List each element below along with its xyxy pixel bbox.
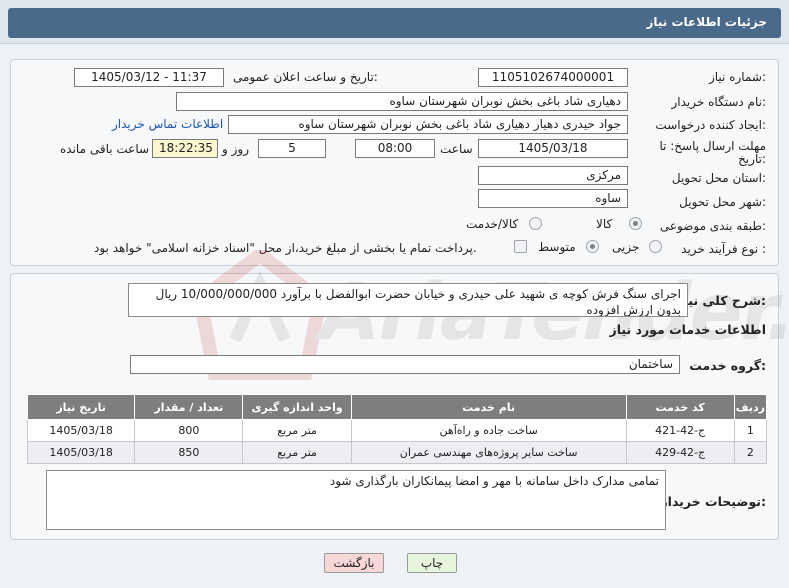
- col-quantity: تعداد / مقدار: [134, 394, 244, 420]
- city-field: ساوه: [478, 189, 628, 208]
- cell-row-number: 2: [733, 441, 768, 464]
- category-goods-radio[interactable]: [629, 217, 642, 230]
- deadline-time-field: 08:00: [355, 139, 435, 158]
- days-remaining-field: 5: [258, 139, 326, 158]
- province-label: استان محل تحویل:: [671, 171, 766, 185]
- cell-service-code: ج-42-421: [625, 419, 735, 442]
- cell-unit: متر مربع: [242, 419, 352, 442]
- services-table: ردیف کد خدمت نام خدمت واحد اندازه گیری ت…: [26, 394, 768, 464]
- process-medium-label: متوسط: [538, 240, 576, 254]
- buyer-org-label: نام دستگاه خریدار:: [671, 95, 767, 109]
- process-label: نوع فرآیند خرید :: [681, 242, 766, 256]
- treasury-payment-checkbox[interactable]: [514, 240, 527, 253]
- creator-field: جواد حیدری دهیار دهیاری شاد باغی بخش نوب…: [228, 115, 628, 134]
- category-label: طبقه بندی موضوعی:: [659, 219, 766, 233]
- cell-service-code: ج-42-429: [625, 441, 735, 464]
- announce-date-label: تاریخ و ساعت اعلان عمومی:: [233, 70, 378, 84]
- service-group-label: گروه خدمت:: [689, 358, 766, 373]
- need-info-panel: [10, 59, 779, 266]
- need-number-field: 1105102674000001: [478, 68, 628, 87]
- category-goods-label: کالا: [596, 217, 613, 231]
- col-service-code: کد خدمت: [625, 394, 735, 420]
- print-button[interactable]: چاپ: [407, 553, 457, 573]
- col-unit: واحد اندازه گیری: [242, 394, 352, 420]
- cell-service-name: ساخت جاده و راه‌آهن: [350, 419, 627, 442]
- remaining-time-label: ساعت باقی مانده: [60, 142, 150, 156]
- deadline-date-field: 1405/03/18: [478, 139, 628, 158]
- cell-quantity: 800: [134, 419, 244, 442]
- category-goods-service-label: کالا/خدمت: [466, 217, 519, 231]
- creator-label: ایجاد کننده درخواست:: [655, 118, 766, 132]
- back-button[interactable]: بازگشت: [324, 553, 384, 573]
- remaining-time-field: 18:22:35: [152, 139, 218, 158]
- summary-label: شرح کلی نیاز:: [676, 293, 767, 308]
- cell-quantity: 850: [134, 441, 244, 464]
- deadline-label-2: تاریخ:: [738, 152, 766, 166]
- city-label: شهر محل تحویل:: [679, 195, 766, 209]
- deadline-time-label: ساعت: [440, 142, 473, 156]
- cell-need-date: 1405/03/18: [26, 441, 136, 464]
- service-group-field: ساختمان: [130, 355, 680, 374]
- header-tab: جزئیات اطلاعات نیاز: [8, 8, 781, 38]
- deadline-label-1: مهلت ارسال پاسخ: تا: [659, 139, 766, 153]
- col-row-number: ردیف: [733, 394, 768, 420]
- services-section-title: اطلاعات خدمات مورد نیاز: [609, 322, 767, 337]
- days-label: روز و: [222, 142, 249, 156]
- province-field: مرکزی: [478, 166, 628, 185]
- need-number-label: شماره نیاز:: [708, 70, 766, 84]
- announce-date-field: 1405/03/12 - 11:37: [74, 68, 224, 87]
- table-row: 2 ج-42-429 ساخت سایر پروژه‌های مهندسی عم…: [26, 441, 768, 464]
- col-service-name: نام خدمت: [350, 394, 627, 420]
- category-goods-service-radio[interactable]: [529, 217, 542, 230]
- cell-row-number: 1: [733, 419, 768, 442]
- treasury-payment-note: پرداخت تمام یا بخشی از مبلغ خرید،از محل …: [94, 241, 477, 255]
- summary-textarea[interactable]: اجرای سنگ فرش کوچه ی شهید علی حیدری و خی…: [128, 283, 688, 317]
- buyer-org-field: دهیاری شاد باغی بخش نوبران شهرستان ساوه: [176, 92, 628, 111]
- cell-service-name: ساخت سایر پروژه‌های مهندسی عمران: [350, 441, 627, 464]
- page-title: جزئیات اطلاعات نیاز: [646, 15, 767, 29]
- table-row: 1 ج-42-421 ساخت جاده و راه‌آهن متر مربع …: [26, 419, 768, 442]
- process-minor-label: جزیی: [612, 240, 640, 254]
- cell-need-date: 1405/03/18: [26, 419, 136, 442]
- cell-unit: متر مربع: [242, 441, 352, 464]
- buyer-contact-link[interactable]: اطلاعات تماس خریدار: [112, 117, 223, 131]
- buyer-notes-label: توضیحات خریدار:: [660, 494, 766, 509]
- process-minor-radio[interactable]: [649, 240, 662, 253]
- header-bar: جزئیات اطلاعات نیاز: [0, 0, 789, 44]
- col-need-date: تاریخ نیاز: [26, 394, 136, 420]
- process-medium-radio[interactable]: [586, 240, 599, 253]
- buyer-notes-textarea[interactable]: تمامی مدارک داخل سامانه با مهر و امضا پی…: [46, 470, 666, 530]
- table-header-row: ردیف کد خدمت نام خدمت واحد اندازه گیری ت…: [26, 394, 768, 420]
